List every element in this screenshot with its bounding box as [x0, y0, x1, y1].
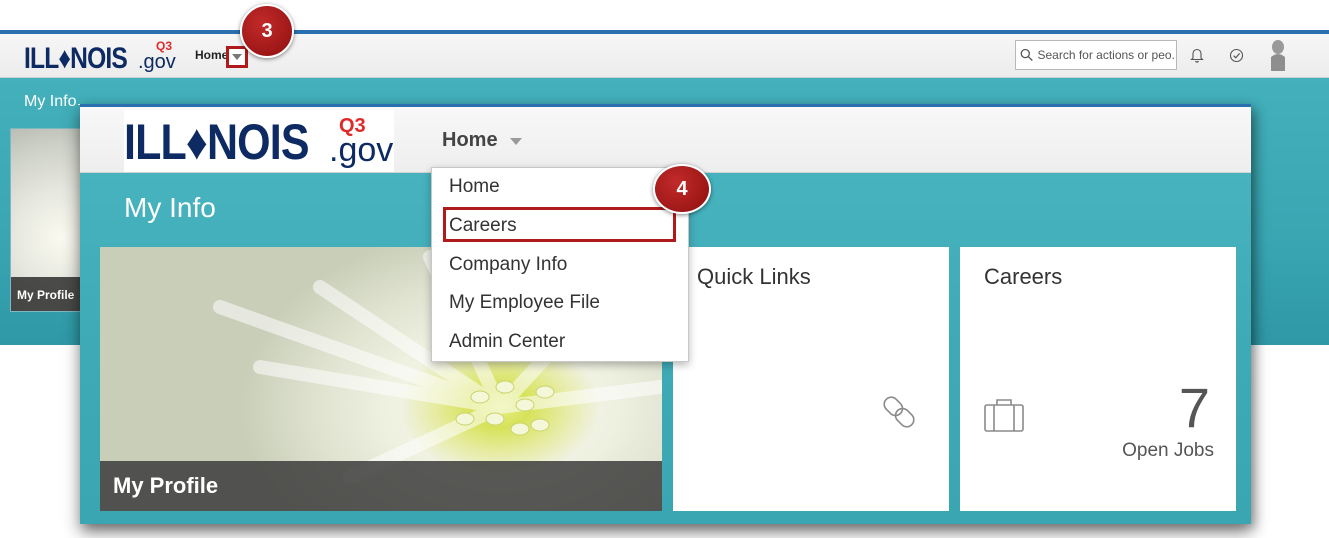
- page-title: My Info: [24, 93, 77, 110]
- menu-item-admin-center[interactable]: Admin Center: [432, 323, 688, 361]
- open-jobs-count: 7: [1178, 376, 1210, 439]
- quick-links-tile[interactable]: Quick Links: [673, 247, 949, 511]
- home-dropdown-toggle[interactable]: [226, 46, 248, 68]
- search-icon: [1020, 48, 1033, 62]
- illinois-logo[interactable]: ILL♦NOIS Q3 .gov: [124, 110, 394, 172]
- open-jobs-label: Open Jobs: [1122, 440, 1214, 461]
- careers-tile[interactable]: Careers 7 Open Jobs: [960, 247, 1236, 511]
- tile-title: Quick Links: [697, 264, 811, 289]
- menu-item-company-info[interactable]: Company Info: [432, 246, 688, 284]
- menu-item-home[interactable]: Home: [432, 168, 688, 206]
- illinois-logo[interactable]: ILL♦NOIS Q3 .gov: [24, 40, 176, 75]
- step-4-callout: 4: [653, 164, 711, 214]
- step-3-callout: 3: [240, 4, 294, 58]
- logo-wordmark: ILL♦NOIS: [24, 42, 128, 75]
- logo-wordmark: ILL♦NOIS: [124, 114, 310, 170]
- bell-icon[interactable]: [1187, 44, 1207, 66]
- tile-label: My Profile: [113, 473, 219, 498]
- careers-highlight-box: [443, 207, 676, 242]
- menu-item-my-employee-file[interactable]: My Employee File: [432, 284, 688, 322]
- home-nav-link[interactable]: Home: [195, 48, 228, 62]
- tile-label: My Profile: [17, 288, 75, 302]
- tile-title: Careers: [984, 264, 1063, 289]
- logo-gov: .gov: [138, 51, 176, 73]
- home-nav-link[interactable]: Home: [442, 129, 498, 152]
- my-profile-tile[interactable]: My Profile: [10, 128, 85, 312]
- home-dropdown-menu: Home Careers Company Info My Employee Fi…: [431, 167, 689, 362]
- chevron-down-icon[interactable]: [510, 138, 522, 145]
- search-placeholder: Search for actions or peo...: [1037, 48, 1176, 62]
- avatar[interactable]: [1266, 38, 1290, 72]
- briefcase-icon: [984, 399, 1024, 432]
- chevron-down-icon: [232, 54, 242, 60]
- link-icon: [883, 396, 915, 428]
- checkmark-circle-icon[interactable]: [1226, 44, 1246, 66]
- page-title: My Info: [124, 192, 216, 223]
- logo-gov: .gov: [329, 131, 394, 169]
- search-input[interactable]: Search for actions or peo...: [1015, 40, 1177, 70]
- logo-suffix: Q3 .gov: [138, 40, 178, 73]
